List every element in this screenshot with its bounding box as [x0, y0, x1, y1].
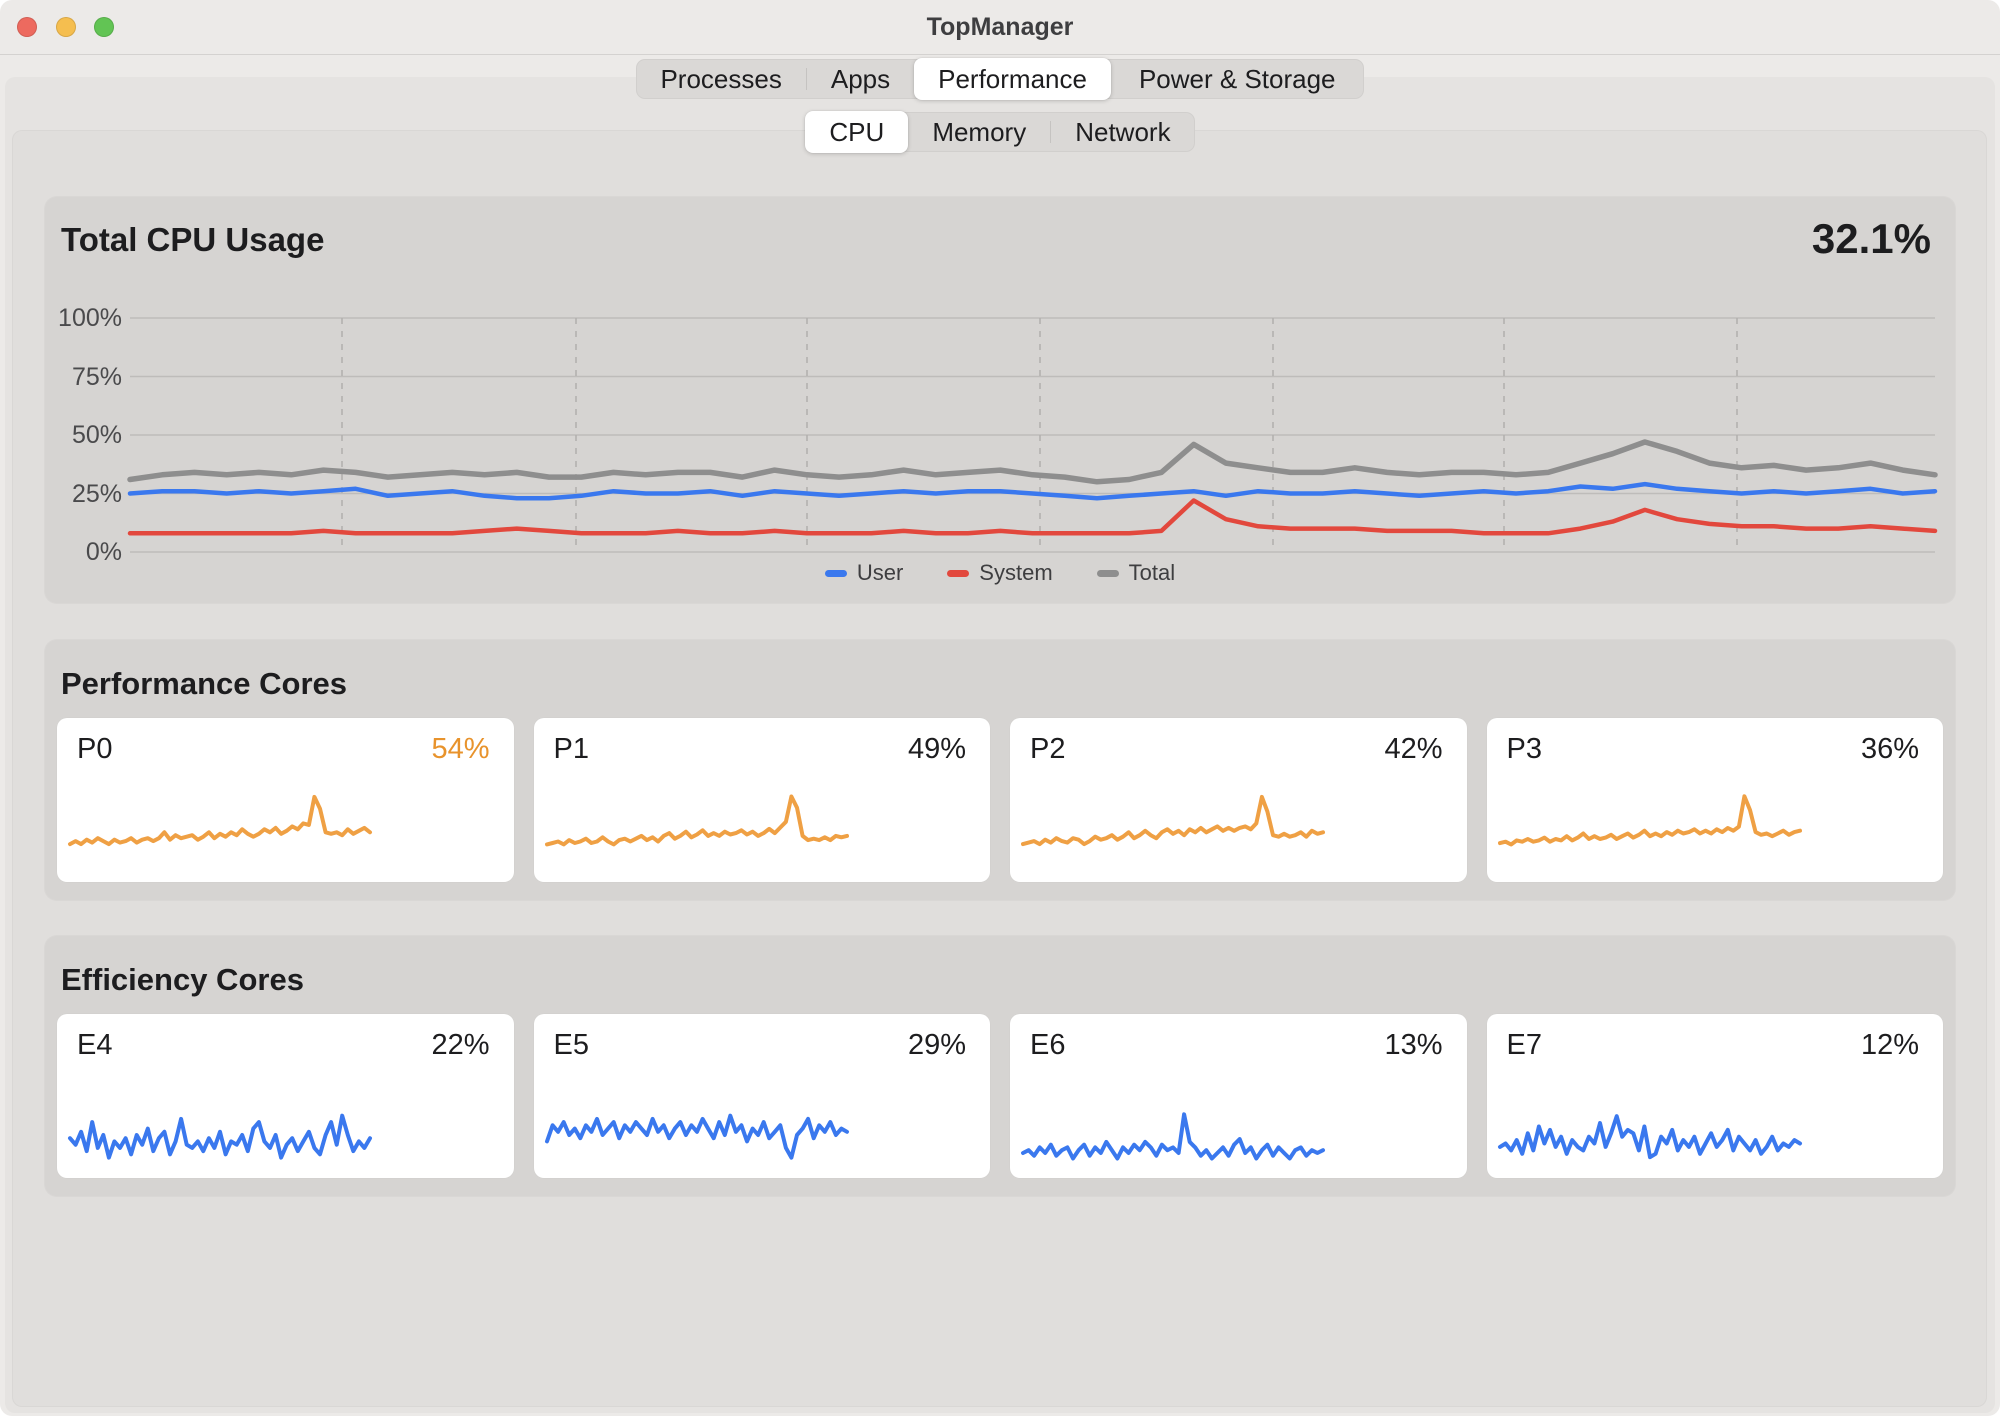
- efficiency-core-tiles: E4 22% E5 29% E6 13% E7 12%: [57, 1014, 1943, 1178]
- core-usage-value: 49%: [908, 733, 966, 766]
- tab-performance[interactable]: Performance: [914, 58, 1111, 100]
- core-id: P1: [554, 733, 589, 766]
- tab-network[interactable]: Network: [1051, 112, 1194, 152]
- performance-cores-heading: Performance Cores: [61, 666, 347, 702]
- core-sparkline: [547, 788, 847, 850]
- primary-tab-row: Processes Apps Performance Power & Stora…: [0, 59, 2000, 99]
- tab-memory[interactable]: Memory: [908, 112, 1050, 152]
- primary-segmented-control: Processes Apps Performance Power & Stora…: [636, 59, 1363, 99]
- app-window: { "window": { "title": "TopManager" }, "…: [0, 0, 2000, 1416]
- total-legend-swatch: [1097, 570, 1119, 577]
- core-sparkline: [70, 788, 370, 850]
- core-usage-value: 12%: [1861, 1029, 1919, 1062]
- core-tile-e7: E7 12%: [1487, 1014, 1944, 1178]
- core-id: E7: [1507, 1029, 1542, 1062]
- legend-item-system: System: [947, 560, 1052, 586]
- chart-legend: User System Total: [45, 559, 1955, 587]
- tab-processes[interactable]: Processes: [636, 59, 805, 99]
- total-cpu-title: Total CPU Usage: [61, 221, 324, 259]
- core-id: E6: [1030, 1029, 1065, 1062]
- core-tile-e6: E6 13%: [1010, 1014, 1467, 1178]
- y-axis-tick: 75%: [45, 364, 122, 390]
- core-sparkline: [1500, 1106, 1800, 1164]
- core-sparkline: [1023, 1106, 1323, 1164]
- core-usage-value: 36%: [1861, 733, 1919, 766]
- core-tile-e5: E5 29%: [534, 1014, 991, 1178]
- core-usage-value: 54%: [431, 733, 489, 766]
- efficiency-cores-card: Efficiency Cores E4 22% E5 29% E6 13% E7…: [45, 936, 1955, 1196]
- y-axis-tick: 100%: [45, 305, 122, 331]
- core-tile-p0: P0 54%: [57, 718, 514, 882]
- core-sparkline: [547, 1106, 847, 1164]
- tab-apps[interactable]: Apps: [807, 59, 914, 99]
- secondary-segmented-control: CPU Memory Network: [805, 112, 1194, 152]
- core-tile-e4: E4 22%: [57, 1014, 514, 1178]
- performance-cores-card: Performance Cores P0 54% P1 49% P2 42% P…: [45, 640, 1955, 900]
- user-legend-swatch: [825, 570, 847, 577]
- core-sparkline: [1500, 788, 1800, 850]
- title-bar: TopManager: [0, 0, 2000, 55]
- core-id: P0: [77, 733, 112, 766]
- y-axis-tick: 50%: [45, 422, 122, 448]
- tab-cpu[interactable]: CPU: [805, 111, 908, 153]
- core-id: E5: [554, 1029, 589, 1062]
- core-usage-value: 13%: [1384, 1029, 1442, 1062]
- system-legend-swatch: [947, 570, 969, 577]
- total-cpu-card: Total CPU Usage 32.1% 100% 75% 50% 25% 0…: [45, 197, 1955, 603]
- cpu-usage-line-chart: [130, 318, 1935, 552]
- core-tile-p1: P1 49%: [534, 718, 991, 882]
- secondary-tab-row: CPU Memory Network: [0, 112, 2000, 152]
- core-tile-p3: P3 36%: [1487, 718, 1944, 882]
- core-sparkline: [70, 1106, 370, 1164]
- legend-label: System: [979, 560, 1052, 586]
- core-id: P3: [1507, 733, 1542, 766]
- core-tile-p2: P2 42%: [1010, 718, 1467, 882]
- window-title: TopManager: [0, 0, 2000, 55]
- tab-power-storage[interactable]: Power & Storage: [1111, 59, 1364, 99]
- core-usage-value: 22%: [431, 1029, 489, 1062]
- y-axis-tick: 25%: [45, 481, 122, 507]
- legend-item-total: Total: [1097, 560, 1175, 586]
- core-usage-value: 42%: [1384, 733, 1442, 766]
- total-cpu-value: 32.1%: [1812, 215, 1931, 263]
- efficiency-cores-heading: Efficiency Cores: [61, 962, 304, 998]
- legend-label: User: [857, 560, 903, 586]
- legend-label: Total: [1129, 560, 1175, 586]
- legend-item-user: User: [825, 560, 903, 586]
- performance-core-tiles: P0 54% P1 49% P2 42% P3 36%: [57, 718, 1943, 882]
- core-id: E4: [77, 1029, 112, 1062]
- core-sparkline: [1023, 788, 1323, 850]
- core-usage-value: 29%: [908, 1029, 966, 1062]
- core-id: P2: [1030, 733, 1065, 766]
